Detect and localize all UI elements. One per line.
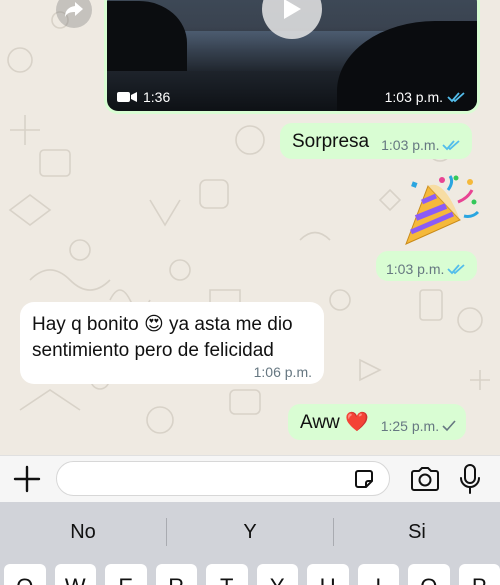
key-t[interactable]: T: [206, 564, 248, 585]
key-i[interactable]: I: [357, 564, 399, 585]
suggestion-item[interactable]: Y: [167, 502, 333, 562]
video-duration-text: 1:36: [143, 89, 171, 105]
video-thumbnail[interactable]: 1:36 1:03 p.m.: [107, 0, 477, 111]
key-w[interactable]: W: [54, 564, 96, 585]
suggestion-item[interactable]: No: [0, 502, 166, 562]
single-check-icon: [442, 420, 456, 432]
video-duration: 1:36: [117, 89, 170, 105]
message-time: 1:06 p.m.: [253, 364, 312, 380]
sticker-icon: [355, 470, 373, 488]
message-time: 1:03 p.m.: [386, 261, 445, 277]
sticker-timestamp: 1:03 p.m.: [376, 251, 478, 281]
microphone-icon: [460, 464, 480, 494]
message-text-line-2: sentimiento pero de felicidad: [32, 340, 274, 361]
party-popper-icon: [405, 175, 480, 245]
key-q[interactable]: Q: [4, 564, 46, 585]
key-r[interactable]: R: [155, 564, 197, 585]
incoming-message[interactable]: Hay q bonito 😍 ya asta me dio sentimient…: [20, 302, 324, 384]
party-popper-sticker[interactable]: [398, 172, 480, 250]
forward-arrow-icon: [65, 2, 83, 17]
plus-icon: [13, 465, 41, 493]
message-time: 1:25 p.m.: [380, 418, 440, 434]
outgoing-message[interactable]: Sorpresa 1:03 p.m.: [280, 123, 473, 159]
message-text: Sorpresa: [292, 131, 370, 152]
key-p[interactable]: P: [458, 564, 500, 585]
message-meta: 1:03 p.m.: [381, 137, 462, 153]
camera-icon: [411, 467, 439, 491]
key-u[interactable]: U: [307, 564, 349, 585]
video-message[interactable]: 1:36 1:03 p.m.: [104, 0, 480, 114]
message-text-line-1: Hay q bonito 😍 ya asta me dio: [32, 314, 293, 335]
double-check-read-icon: [442, 140, 461, 151]
video-camera-icon: [117, 92, 137, 102]
double-check-read-icon: [447, 92, 465, 103]
message-text: Aww ❤️: [300, 412, 369, 433]
key-o[interactable]: O: [408, 564, 450, 585]
video-time-text: 1:03 p.m.: [384, 89, 443, 105]
key-e[interactable]: E: [105, 564, 147, 585]
keyboard: No Y Si Q W E R T Y U I O P: [0, 502, 500, 585]
thumbnail-land: [107, 1, 187, 71]
video-timestamp: 1:03 p.m.: [385, 89, 467, 105]
suggestion-item[interactable]: Si: [334, 502, 500, 562]
keyboard-top-row: Q W E R T Y U I O P: [4, 564, 500, 585]
message-meta: 1:25 p.m.: [381, 418, 456, 434]
camera-button[interactable]: [409, 465, 441, 493]
attach-button[interactable]: [12, 464, 42, 494]
message-input[interactable]: [56, 461, 390, 496]
sticker-button[interactable]: [352, 467, 376, 491]
message-meta: 1:03 p.m.: [386, 261, 467, 277]
double-check-read-icon: [447, 264, 465, 275]
message-input-bar: [0, 455, 500, 502]
outgoing-message[interactable]: Aww ❤️ 1:25 p.m.: [288, 404, 467, 440]
play-icon: [284, 0, 301, 19]
suggestion-bar: No Y Si: [0, 502, 500, 562]
message-time: 1:03 p.m.: [381, 137, 440, 153]
key-y[interactable]: Y: [256, 564, 298, 585]
microphone-button[interactable]: [458, 463, 482, 495]
